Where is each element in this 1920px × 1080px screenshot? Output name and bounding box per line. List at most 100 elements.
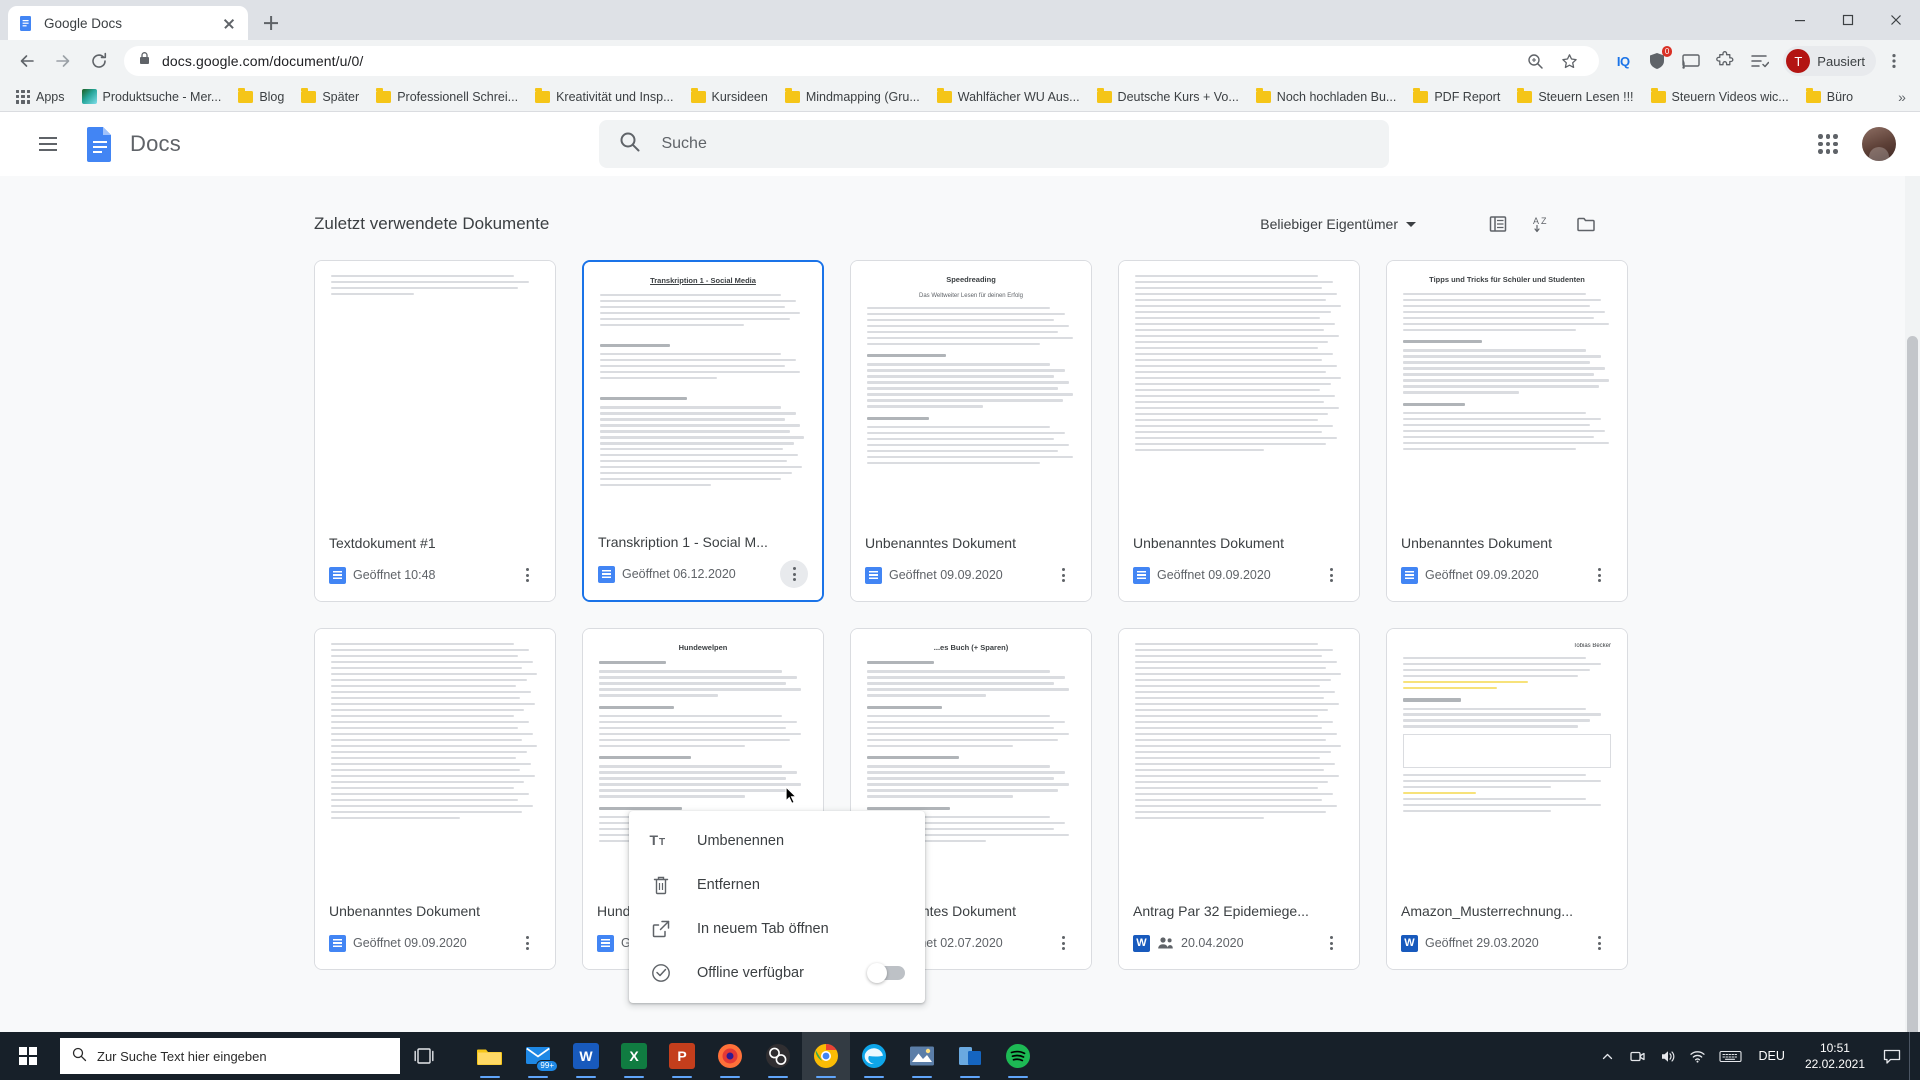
context-menu-item[interactable]: Offline verfügbar (629, 951, 925, 995)
taskbar-powerpoint-app[interactable]: P (658, 1032, 706, 1080)
bookmark-item[interactable]: Deutsche Kurs + Vo... (1089, 87, 1247, 107)
bookmark-item[interactable]: Später (293, 87, 367, 107)
document-more-options-button[interactable] (513, 929, 541, 957)
three-dot-menu-icon[interactable] (1878, 45, 1910, 77)
bookmark-item[interactable]: Steuern Lesen !!! (1509, 87, 1641, 107)
taskbar-mail-app[interactable]: 99+ (514, 1032, 562, 1080)
document-more-options-button[interactable] (1317, 929, 1345, 957)
back-arrow-icon[interactable] (10, 44, 44, 78)
document-more-options-button[interactable] (1585, 929, 1613, 957)
close-icon[interactable] (1872, 0, 1920, 40)
context-menu-item[interactable]: In neuem Tab öffnen (629, 907, 925, 951)
document-thumbnail: Transkription 1 - Social Media (584, 262, 822, 524)
document-card[interactable]: Antrag Par 32 Epidemiege... W 20.04.2020 (1118, 628, 1360, 970)
document-title: Amazon_Musterrechnung... (1401, 903, 1573, 919)
document-more-options-button[interactable] (1585, 561, 1613, 589)
document-card[interactable]: Transkription 1 - Social Media Transkript… (582, 260, 824, 602)
document-more-options-button[interactable] (780, 560, 808, 588)
taskbar-word-app[interactable]: W (562, 1032, 610, 1080)
windows-start-icon[interactable] (0, 1032, 56, 1080)
maximize-icon[interactable] (1824, 0, 1872, 40)
zoom-in-icon[interactable] (1519, 45, 1551, 77)
taskbar-obs-app[interactable] (754, 1032, 802, 1080)
taskbar-chrome-app[interactable] (802, 1032, 850, 1080)
sort-az-icon[interactable]: AZ (1522, 204, 1562, 244)
close-icon[interactable] (220, 14, 238, 32)
task-view-icon[interactable] (400, 1032, 448, 1080)
chevron-up-icon[interactable] (1593, 1032, 1623, 1080)
bookmark-item[interactable]: Kreativität und Insp... (527, 87, 681, 107)
vertical-scrollbar-thumb[interactable] (1907, 336, 1918, 1032)
shield-extension-icon[interactable]: 0 (1641, 45, 1673, 77)
google-docs-logo[interactable] (80, 124, 120, 164)
list-view-icon[interactable] (1478, 204, 1518, 244)
forward-arrow-icon[interactable] (46, 44, 80, 78)
document-card[interactable]: Unbenanntes Dokument Geöffnet 09.09.2020 (314, 628, 556, 970)
document-more-options-button[interactable] (1049, 929, 1077, 957)
search-input[interactable]: Suche (599, 120, 1390, 168)
puzzle-extension-icon[interactable] (1709, 45, 1741, 77)
reload-icon[interactable] (82, 44, 116, 78)
keyboard-icon[interactable] (1713, 1032, 1749, 1080)
bookmark-item[interactable]: Wahlfächer WU Aus... (929, 87, 1088, 107)
taskbar-edge-app[interactable] (850, 1032, 898, 1080)
address-bar[interactable]: docs.google.com/document/u/0/ (124, 45, 1600, 77)
bookmark-item[interactable]: Blog (230, 87, 292, 107)
open-file-picker-icon[interactable] (1566, 204, 1606, 244)
bookmark-item[interactable]: PDF Report (1405, 87, 1508, 107)
taskbar-search-input[interactable]: Zur Suche Text hier eingeben (60, 1038, 400, 1074)
bookmark-label: Steuern Lesen !!! (1538, 89, 1634, 104)
document-card[interactable]: Unbenanntes Dokument Geöffnet 09.09.2020 (1118, 260, 1360, 602)
clock[interactable]: 10:51 22.02.2021 (1795, 1040, 1875, 1072)
bookmark-item[interactable]: Professionell Schrei... (368, 87, 526, 107)
document-more-options-button[interactable] (513, 561, 541, 589)
document-title: Unbenanntes Dokument (1401, 535, 1552, 551)
reading-list-icon[interactable] (1743, 45, 1775, 77)
browser-tab-google-docs[interactable]: Google Docs (8, 6, 248, 40)
document-more-options-button[interactable] (1317, 561, 1345, 589)
show-desktop-button[interactable] (1909, 1032, 1916, 1080)
document-more-options-button[interactable] (1049, 561, 1077, 589)
taskbar-photos-app[interactable] (898, 1032, 946, 1080)
profile-chip[interactable]: T Pausiert (1783, 46, 1876, 76)
context-menu-item[interactable]: Entfernen (629, 863, 925, 907)
account-avatar[interactable] (1862, 127, 1896, 161)
bookmarks-overflow-icon[interactable]: » (1892, 89, 1912, 105)
camera-icon[interactable] (1623, 1032, 1653, 1080)
bookmark-item[interactable]: Produktsuche - Mer... (74, 86, 230, 107)
google-apps-waffle-icon[interactable] (1808, 124, 1848, 164)
notification-icon[interactable] (1875, 1032, 1909, 1080)
hamburger-menu-icon[interactable] (24, 120, 72, 168)
bookmark-label: Büro (1826, 89, 1854, 104)
document-card[interactable]: Speedreading Das Weltweiter Lesen für dei… (850, 260, 1092, 602)
star-icon[interactable] (1553, 45, 1585, 77)
vertical-scrollbar-track[interactable] (1905, 176, 1920, 1032)
context-menu-item[interactable]: T T Umbenennen (629, 819, 925, 863)
bookmark-item[interactable]: Apps (8, 87, 73, 107)
volume-icon[interactable] (1653, 1032, 1683, 1080)
taskbar-phone-link-app[interactable] (946, 1032, 994, 1080)
cast-icon[interactable] (1675, 45, 1707, 77)
wifi-icon[interactable] (1683, 1032, 1713, 1080)
document-card[interactable]: Textdokument #1 Geöffnet 10:48 (314, 260, 556, 602)
iq-extension-icon[interactable]: IQ (1607, 45, 1639, 77)
google-docs-favicon (18, 15, 35, 32)
document-card[interactable]: Tipps und Tricks für Schüler und Student… (1386, 260, 1628, 602)
taskbar-file-explorer[interactable] (466, 1032, 514, 1080)
bookmark-item[interactable]: Büro (1798, 87, 1861, 107)
minimize-icon[interactable] (1776, 0, 1824, 40)
bookmark-item[interactable]: Mindmapping (Gru... (777, 87, 928, 107)
taskbar-excel-app[interactable]: X (610, 1032, 658, 1080)
bookmark-item[interactable]: Kursideen (683, 87, 776, 107)
new-tab-button[interactable] (254, 6, 288, 40)
bookmark-item[interactable]: Noch hochladen Bu... (1248, 87, 1405, 107)
taskbar-firefox-app[interactable] (706, 1032, 754, 1080)
taskbar-spotify-app[interactable] (994, 1032, 1042, 1080)
language-indicator[interactable]: DEU (1749, 1049, 1795, 1063)
notification-badge: 99+ (536, 1060, 558, 1072)
document-card[interactable]: Tobias Becker Amazon_Musterrechnung... W Ge… (1386, 628, 1628, 970)
offline-availability-toggle[interactable] (867, 963, 905, 983)
owner-filter-dropdown[interactable]: Beliebiger Eigentümer (1252, 210, 1424, 238)
document-meta: Geöffnet 09.09.2020 (329, 929, 541, 957)
bookmark-item[interactable]: Steuern Videos wic... (1643, 87, 1797, 107)
